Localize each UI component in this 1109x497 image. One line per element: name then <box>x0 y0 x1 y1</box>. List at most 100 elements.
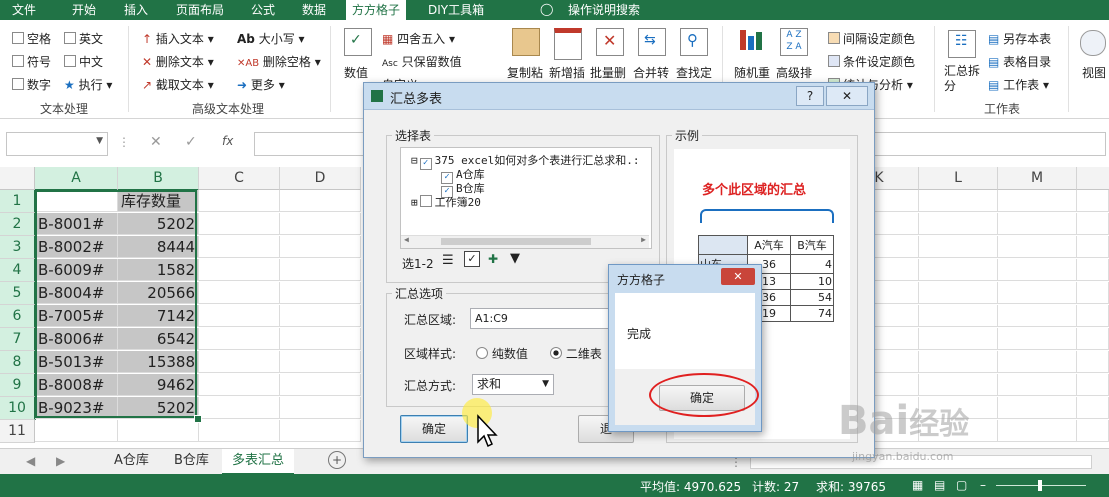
cell-b[interactable]: 8444 <box>118 236 199 258</box>
summary-split-button[interactable]: 汇总拆分 <box>944 64 984 94</box>
cell-empty[interactable] <box>199 351 280 373</box>
batch-delete-button[interactable]: 批量删 <box>590 64 626 81</box>
cell-a[interactable]: B-5013# <box>35 351 118 373</box>
cell-empty[interactable] <box>1077 328 1109 350</box>
column-header-l[interactable]: L <box>919 167 998 190</box>
cell-a[interactable]: B-6009# <box>35 259 118 281</box>
cell-empty[interactable] <box>998 374 1077 396</box>
checkbox-english[interactable]: 英文 <box>64 30 103 47</box>
add-file-icon[interactable]: ✚ <box>488 252 498 266</box>
cell-a[interactable]: B-8008# <box>35 374 118 396</box>
cell-a[interactable]: B-8002# <box>35 236 118 258</box>
cell-empty[interactable] <box>998 236 1077 258</box>
menu-diy-toolbox[interactable]: DIY工具箱 <box>422 0 490 20</box>
cell-empty[interactable] <box>199 213 280 235</box>
method-select[interactable]: 求和 ▼ <box>472 374 554 395</box>
cell-empty[interactable] <box>280 420 361 442</box>
cell-empty[interactable] <box>998 420 1077 442</box>
interval-color-button[interactable]: 间隔设定颜色 <box>828 30 915 47</box>
zoom-thumb[interactable] <box>1038 480 1042 491</box>
keep-value-button[interactable]: Asc 只保留数值 <box>382 53 462 70</box>
cell-empty[interactable] <box>199 259 280 281</box>
cell-empty[interactable] <box>280 190 361 212</box>
cell-empty[interactable] <box>280 374 361 396</box>
new-insert-button[interactable]: 新增插 <box>549 64 585 81</box>
cell-empty[interactable] <box>199 328 280 350</box>
table-index-button[interactable]: ▤ 表格目录 <box>988 53 1051 70</box>
column-header-d[interactable]: D <box>280 167 361 190</box>
row-header[interactable]: 9 <box>0 374 36 397</box>
cell-empty[interactable] <box>1077 282 1109 304</box>
row-header[interactable]: 7 <box>0 328 36 351</box>
cell-empty[interactable] <box>919 213 998 235</box>
sheet-tab-b[interactable]: B仓库 <box>164 449 219 473</box>
cell-empty[interactable] <box>280 397 361 419</box>
radio-2d-table[interactable]: 二维表 <box>550 345 602 362</box>
column-header-m[interactable]: M <box>998 167 1077 190</box>
add-sheet-icon[interactable]: + <box>328 451 346 469</box>
menu-data[interactable]: 数据 <box>296 0 332 20</box>
cell-a[interactable]: B-9023# <box>35 397 118 419</box>
cell-empty[interactable] <box>1077 259 1109 281</box>
column-header-a[interactable]: A <box>35 167 118 191</box>
cell-empty[interactable] <box>280 282 361 304</box>
view-button[interactable]: 视图 <box>1082 64 1106 81</box>
cell-empty[interactable] <box>199 305 280 327</box>
cell-empty[interactable] <box>1077 351 1109 373</box>
tree-hscrollbar[interactable]: ◀ ▶ <box>401 235 649 248</box>
sheet-tab-a[interactable]: A仓库 <box>104 449 159 473</box>
case-button[interactable]: Ab 大小写 ▾ <box>237 30 305 47</box>
cell-empty[interactable] <box>280 236 361 258</box>
row-header[interactable]: 6 <box>0 305 36 328</box>
cell-empty[interactable] <box>280 213 361 235</box>
next-sheet-icon[interactable]: ▶ <box>56 454 65 468</box>
cell-a[interactable] <box>35 190 118 212</box>
tree-node-workbook20[interactable]: ⊞ 工作簿20 <box>411 194 481 210</box>
menu-insert[interactable]: 插入 <box>118 0 154 20</box>
cell-a[interactable] <box>35 420 118 442</box>
cell-empty[interactable] <box>998 213 1077 235</box>
cell-empty[interactable] <box>998 282 1077 304</box>
cell-empty[interactable] <box>199 420 280 442</box>
cell-empty[interactable] <box>1077 397 1109 419</box>
cell-empty[interactable] <box>1077 213 1109 235</box>
cell-b[interactable]: 7142 <box>118 305 199 327</box>
menu-search[interactable]: 操作说明搜索 <box>562 0 646 20</box>
menu-file[interactable]: 文件 <box>6 0 42 20</box>
cell-b[interactable]: 5202 <box>118 397 199 419</box>
message-close-button[interactable]: ✕ <box>721 268 755 285</box>
row-header[interactable]: 1 <box>0 190 36 213</box>
cell-empty[interactable] <box>1077 305 1109 327</box>
cell-empty[interactable] <box>919 374 998 396</box>
cell-empty[interactable] <box>1077 420 1109 442</box>
cell-b[interactable]: 库存数量 <box>118 190 199 212</box>
cell-empty[interactable] <box>998 397 1077 419</box>
column-header-c[interactable]: C <box>199 167 280 190</box>
cell-empty[interactable] <box>280 259 361 281</box>
check-all-icon[interactable]: ✓ <box>464 251 480 267</box>
cell-b[interactable]: 15388 <box>118 351 199 373</box>
cell-empty[interactable] <box>919 351 998 373</box>
cell-a[interactable]: B-7005# <box>35 305 118 327</box>
cell-empty[interactable] <box>280 351 361 373</box>
cell-empty[interactable] <box>919 236 998 258</box>
cell-empty[interactable] <box>280 305 361 327</box>
row-header[interactable]: 5 <box>0 282 36 305</box>
round-button[interactable]: ▦ 四舍五入 ▾ <box>382 30 455 47</box>
cell-empty[interactable] <box>919 305 998 327</box>
checkbox-chinese[interactable]: 中文 <box>64 53 103 70</box>
zoom-out-icon[interactable]: – <box>980 478 986 492</box>
random-button[interactable]: 随机重 <box>734 64 770 81</box>
page-layout-icon[interactable]: ▤ <box>934 478 945 492</box>
advanced-sort-button[interactable]: 高级排 <box>776 64 812 81</box>
delete-text-button[interactable]: ✕ 删除文本 ▾ <box>142 53 214 70</box>
cell-b[interactable]: 9462 <box>118 374 199 396</box>
more-button[interactable]: ➜ 更多 ▾ <box>237 76 285 93</box>
table-tree[interactable]: ⊟ ✓ 375 excel如何对多个表进行汇总求和.: ✓ A仓库 ✓ B仓库 ⊞ 工作簿… <box>400 147 652 249</box>
row-header[interactable]: 10 <box>0 397 36 420</box>
normal-view-icon[interactable]: ▦ <box>912 478 923 492</box>
name-box[interactable]: ▼ <box>6 132 108 156</box>
dialog-close-button[interactable]: ✕ <box>826 86 868 106</box>
row-header[interactable]: 4 <box>0 259 36 282</box>
menu-page-layout[interactable]: 页面布局 <box>170 0 230 20</box>
